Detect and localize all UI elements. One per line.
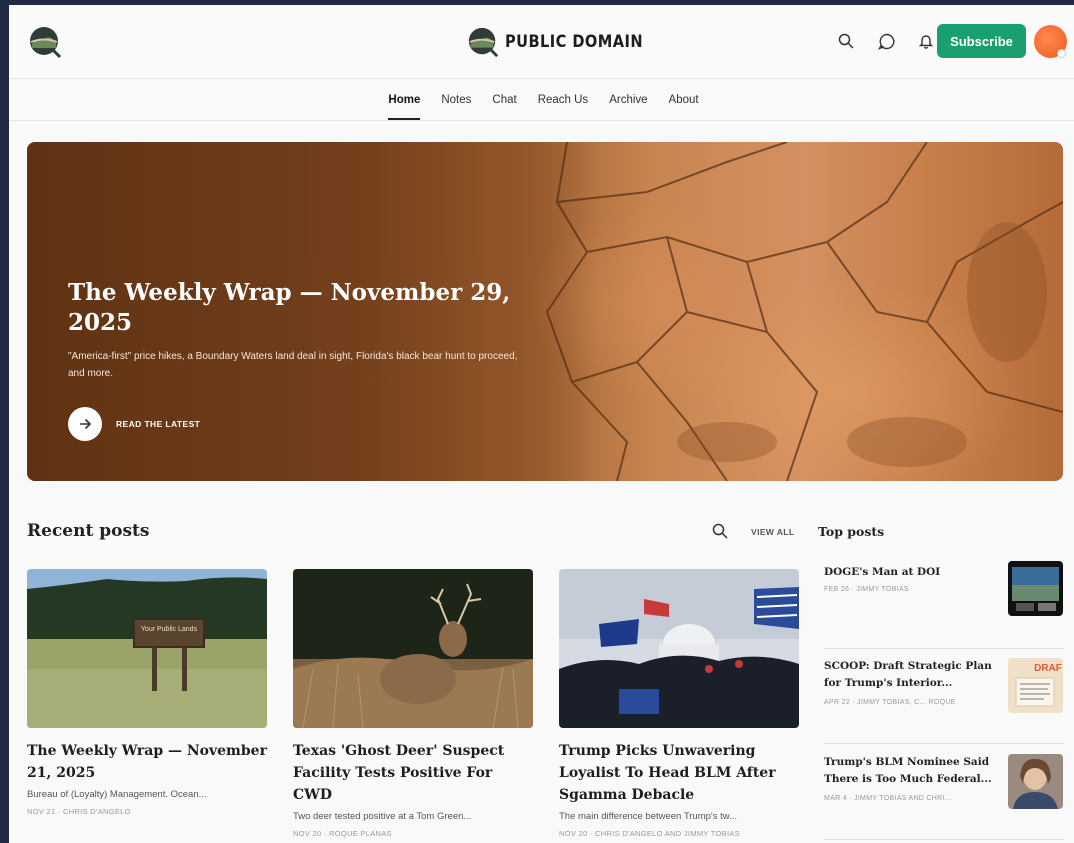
publication-logo-icon[interactable] [27, 24, 63, 60]
post-subtitle: The main difference between Trump's tw..… [559, 811, 738, 822]
top-post-title[interactable]: SCOOP: Draft Strategic Plan for Trump's … [824, 658, 998, 692]
top-post-title[interactable]: DOGE's Man at DOI [824, 564, 998, 581]
tab-reach-us[interactable]: Reach Us [538, 79, 589, 120]
read-latest-label[interactable]: READ THE LATEST [116, 419, 200, 429]
tab-chat[interactable]: Chat [492, 79, 516, 120]
post-card[interactable]: Your Public Lands The Weekly Wrap — Nove… [27, 569, 267, 816]
hero-description: "America-first" price hikes, a Boundary … [68, 351, 518, 379]
post-subtitle: Bureau of (Loyalty) Management. Ocean... [27, 789, 207, 800]
view-all-link[interactable]: VIEW ALL [751, 527, 795, 537]
post-title[interactable]: The Weekly Wrap — November 21, 2025 [27, 740, 267, 784]
post-meta: NOV 20 · CHRIS D'ANGELO AND JIMMY TOBIAS [559, 829, 740, 838]
top-post-item[interactable]: SCOOP: Draft Strategic Plan for Trump's … [824, 658, 1064, 738]
post-image [293, 569, 533, 728]
recent-posts-heading: Recent posts [27, 521, 150, 541]
thumb-text: DRAF [1034, 663, 1062, 674]
post-meta: NOV 20 · ROQUE PLANAS [293, 829, 392, 838]
read-latest-link[interactable]: READ THE LATEST [68, 407, 200, 441]
brand[interactable]: PUBLIC DOMAIN [466, 25, 665, 59]
search-icon[interactable] [835, 30, 857, 52]
top-post-thumbnail [1008, 754, 1063, 809]
top-post-item[interactable]: DOGE's Man at DOI FEB 26 · JIMMY TOBIAS [824, 561, 1064, 644]
header: PUBLIC DOMAIN Subscribe [9, 5, 1074, 79]
top-post-meta: APR 22 · JIMMY TOBIAS, C... ROQUE [824, 699, 956, 706]
hero-title[interactable]: The Weekly Wrap — November 29, 2025 [68, 278, 518, 338]
divider [824, 743, 1064, 744]
top-post-meta: MAR 4 · JIMMY TOBIAS AND CHRI... [824, 795, 952, 802]
search-icon[interactable] [712, 523, 732, 543]
chat-bubble-icon[interactable] [875, 30, 897, 52]
divider [824, 839, 1064, 840]
arrow-right-icon[interactable] [68, 407, 102, 441]
post-image: Your Public Lands [27, 569, 267, 728]
header-actions [835, 30, 937, 52]
brand-logo-icon [468, 27, 499, 58]
post-title[interactable]: Trump Picks Unwavering Loyalist To Head … [559, 740, 799, 806]
tab-archive[interactable]: Archive [609, 79, 647, 120]
divider [824, 648, 1064, 649]
post-meta: NOV 21 · CHRIS D'ANGELO [27, 807, 131, 816]
top-posts-heading: Top posts [818, 524, 885, 539]
avatar-menu-indicator [1057, 49, 1066, 58]
brand-name: PUBLIC DOMAIN [505, 32, 644, 52]
tab-about[interactable]: About [669, 79, 699, 120]
sign-text: Your Public Lands [141, 626, 198, 633]
hero-banner[interactable]: The Weekly Wrap — November 29, 2025 "Ame… [27, 142, 1063, 481]
subscribe-button[interactable]: Subscribe [937, 24, 1026, 58]
page: PUBLIC DOMAIN Subscribe Home Notes Chat … [9, 5, 1074, 843]
post-subtitle: Two deer tested positive at a Tom Green.… [293, 811, 472, 822]
top-post-thumbnail: DRAF [1008, 658, 1063, 713]
top-post-meta: FEB 26 · JIMMY TOBIAS [824, 586, 909, 593]
post-card[interactable]: Trump Picks Unwavering Loyalist To Head … [559, 569, 799, 838]
top-post-thumbnail [1008, 561, 1063, 616]
tab-notes[interactable]: Notes [441, 79, 471, 120]
top-post-item[interactable]: Trump's BLM Nominee Said There is Too Mu… [824, 754, 1064, 834]
post-image [559, 569, 799, 728]
top-post-title[interactable]: Trump's BLM Nominee Said There is Too Mu… [824, 754, 998, 788]
post-title[interactable]: Texas 'Ghost Deer' Suspect Facility Test… [293, 740, 533, 806]
bell-icon[interactable] [915, 30, 937, 52]
tab-home[interactable]: Home [388, 79, 420, 120]
nav-tabs: Home Notes Chat Reach Us Archive About [9, 79, 1074, 121]
post-card[interactable]: Texas 'Ghost Deer' Suspect Facility Test… [293, 569, 533, 838]
